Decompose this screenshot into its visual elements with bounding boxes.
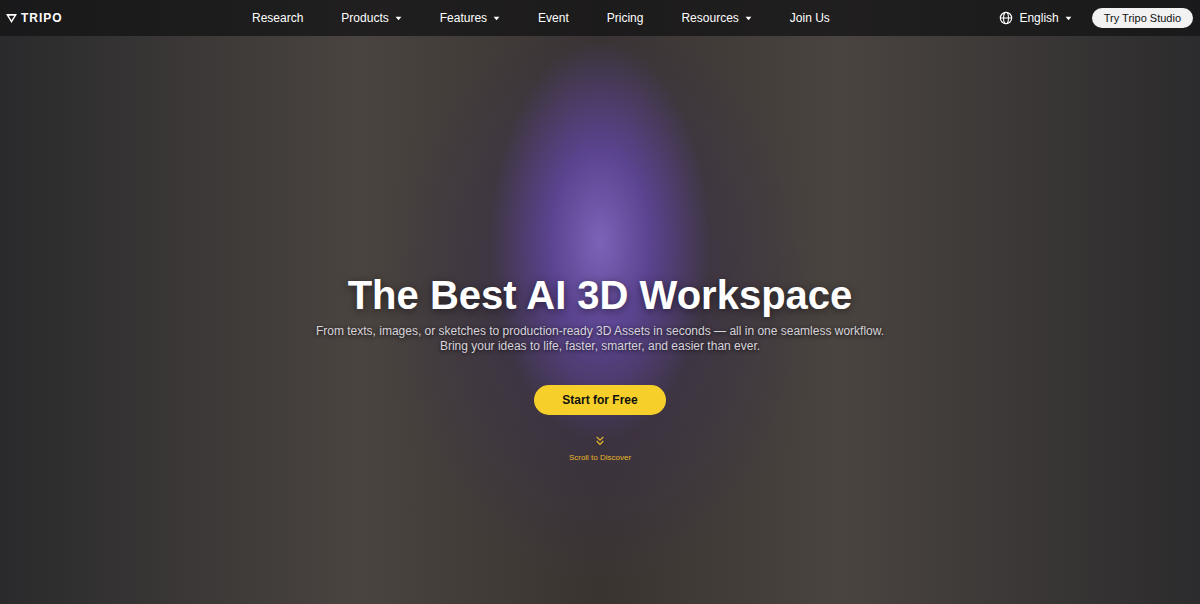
logo[interactable]: TRIPO — [5, 11, 252, 25]
nav-link[interactable]: Join Us — [790, 11, 830, 25]
nav-link[interactable]: Features — [440, 11, 500, 25]
caret-down-icon — [745, 16, 752, 21]
nav-link[interactable]: Products — [341, 11, 401, 25]
try-studio-button[interactable]: Try Tripo Studio — [1092, 8, 1193, 28]
caret-down-icon — [395, 16, 402, 21]
caret-down-icon — [493, 16, 500, 21]
hero-title: The Best AI 3D Workspace — [348, 270, 853, 320]
nav-links: Research Products Features Event Pricing Reso… — [252, 11, 830, 25]
hero-subtitle: From texts, images, or sketches to produ… — [316, 324, 884, 354]
subtitle-line: From texts, images, or sketches to produ… — [316, 324, 884, 339]
scroll-text: Scroll to Discover — [569, 453, 631, 462]
nav-link[interactable]: Pricing — [607, 11, 644, 25]
start-button[interactable]: Start for Free — [534, 385, 665, 415]
hero-background: TRIPO Research Products Features Event Pricin… — [0, 0, 1200, 604]
nav-link[interactable]: Resources — [681, 11, 751, 25]
double-chevron-down-icon — [595, 435, 605, 447]
hero: The Best AI 3D Workspace From texts, imag… — [0, 36, 1200, 604]
language-selector[interactable]: English — [999, 11, 1071, 25]
nav-right: English Try Tripo Studio — [999, 8, 1193, 28]
nav-link[interactable]: Event — [538, 11, 569, 25]
navbar: TRIPO Research Products Features Event Pricin… — [0, 0, 1200, 36]
logo-text: TRIPO — [21, 11, 63, 25]
caret-down-icon — [1065, 16, 1072, 21]
logo-v-icon — [5, 13, 18, 24]
scroll-hint[interactable]: Scroll to Discover — [569, 435, 631, 462]
subtitle-line: Bring your ideas to life, faster, smarte… — [316, 339, 884, 354]
globe-icon — [999, 11, 1013, 25]
nav-link[interactable]: Research — [252, 11, 303, 25]
